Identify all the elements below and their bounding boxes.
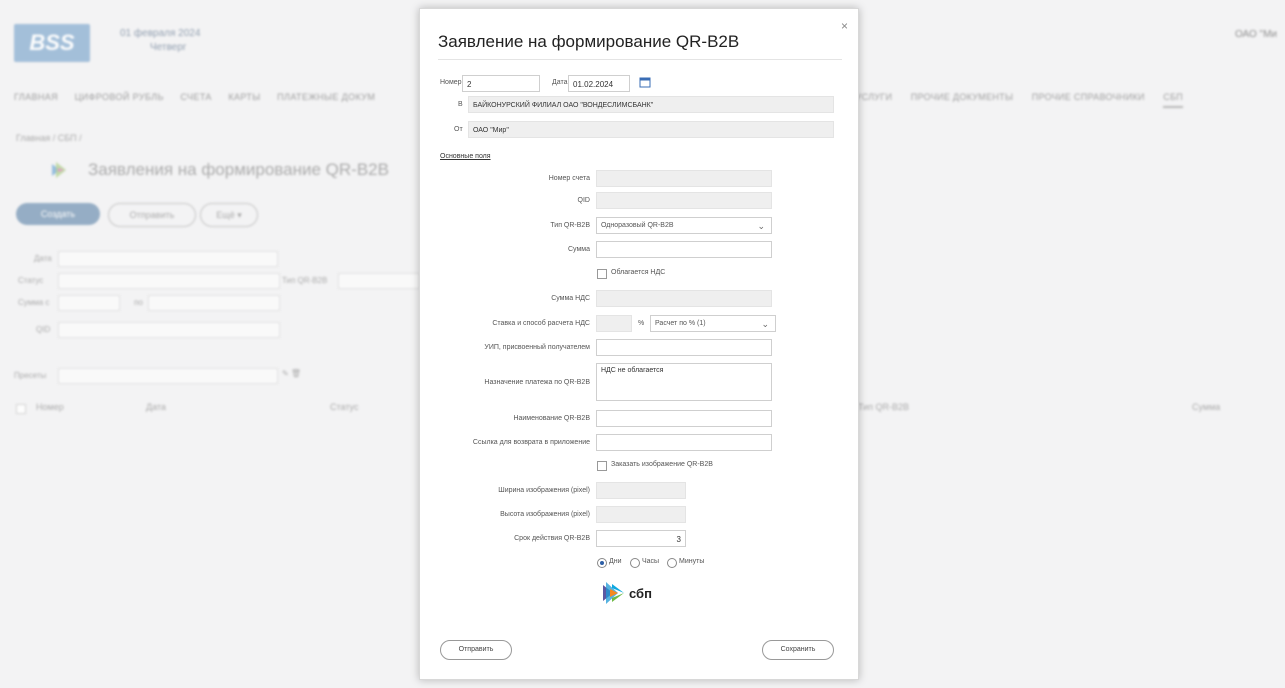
col-header[interactable]: Сумма xyxy=(1192,402,1220,412)
return-link-label: Ссылка для возврата в приложение xyxy=(472,439,590,446)
qr-type-label: Тип QR-B2B xyxy=(550,222,590,229)
return-link-field[interactable] xyxy=(596,434,772,451)
image-height-field xyxy=(596,506,686,523)
nav-item[interactable]: ПРОЧИЕ ДОКУМЕНТЫ xyxy=(911,92,1013,102)
qr-type-select[interactable]: Одноразовый QR-B2B ⌄ xyxy=(596,217,772,234)
order-image-label: Заказать изображение QR-B2B xyxy=(611,461,713,468)
dialog-title: Заявление на формирование QR-B2B xyxy=(438,32,740,51)
vat-pct-label: % xyxy=(638,320,645,327)
main-fields-link[interactable]: Основные поля xyxy=(440,153,491,160)
select-all-checkbox[interactable] xyxy=(16,404,26,414)
uin-label: УИП, присвоенный получателем xyxy=(484,344,590,351)
breadcrumb[interactable]: Главная / СБП / xyxy=(16,133,82,143)
main-nav-right: И УСЛУГИ ПРОЧИЕ ДОКУМЕНТЫ ПРОЧИЕ СПРАВОЧ… xyxy=(846,92,1199,108)
chevron-down-icon: ⌄ xyxy=(757,221,765,231)
close-icon[interactable]: × xyxy=(841,19,848,33)
purpose-label: Назначение платежа по QR-B2B xyxy=(484,379,590,386)
validity-label: Срок действия QR-B2B xyxy=(514,535,590,542)
qr-name-label: Наименование QR-B2B xyxy=(513,415,590,422)
sbp-logo-icon xyxy=(52,162,66,178)
send-button[interactable]: Отправить xyxy=(440,640,512,660)
vat-check-label: Облагается НДС xyxy=(611,269,666,276)
bank-field: БАЙКОНУРСКИЙ ФИЛИАЛ ОАО "ВОНДЕСЛИМСБАНК" xyxy=(468,96,834,113)
sbp-logo: сбп xyxy=(602,582,652,604)
bss-logo[interactable]: BSS xyxy=(14,24,90,62)
order-image-checkbox[interactable] xyxy=(597,461,607,471)
amount-field[interactable] xyxy=(596,241,772,258)
chevron-down-icon: ⌄ xyxy=(761,319,769,329)
col-header[interactable]: Тип QR-B2B xyxy=(858,402,909,412)
amount-label: Сумма xyxy=(568,246,590,253)
number-label: Номер xyxy=(440,79,462,86)
purpose-textarea[interactable]: НДС не облагается xyxy=(596,363,772,401)
main-nav-left: ГЛАВНАЯ ЦИФРОВОЙ РУБЛЬ СЧЕТА КАРТЫ ПЛАТЕ… xyxy=(14,92,389,102)
nav-item[interactable]: КАРТЫ xyxy=(228,92,260,102)
org-name[interactable]: ОАО "Ми xyxy=(1235,28,1277,42)
nav-item[interactable]: ПЛАТЕЖНЫЕ ДОКУМ xyxy=(277,92,375,102)
vat-checkbox[interactable] xyxy=(597,269,607,279)
nav-item[interactable]: СЧЕТА xyxy=(180,92,211,102)
col-header[interactable]: Дата xyxy=(146,402,166,412)
image-height-label: Высота изображения (pixel) xyxy=(500,511,590,518)
radio-minutes-label: Минуты xyxy=(679,558,705,565)
header-date: 01 февраля 2024 Четверг xyxy=(120,28,201,53)
qr-name-field[interactable] xyxy=(596,410,772,427)
save-button[interactable]: Сохранить xyxy=(762,640,834,660)
from-prefix: От xyxy=(454,126,463,133)
uin-field[interactable] xyxy=(596,339,772,356)
col-header[interactable]: Номер xyxy=(36,402,64,412)
radio-hours-label: Часы xyxy=(642,558,660,565)
col-header[interactable]: Статус xyxy=(330,402,358,412)
create-button-bg[interactable]: Создать xyxy=(16,203,100,225)
account-field xyxy=(596,170,772,187)
calendar-icon[interactable] xyxy=(639,76,651,88)
uid-label: QID xyxy=(577,197,590,204)
vat-amount-field xyxy=(596,290,772,307)
send-button-bg[interactable]: Отправить xyxy=(108,203,196,227)
more-button-bg[interactable]: Ещё ▾ xyxy=(200,203,258,227)
validity-field[interactable]: 3 xyxy=(596,530,686,547)
title-divider xyxy=(438,59,842,60)
radio-days-label: Дни xyxy=(609,558,622,565)
nav-item[interactable]: ЦИФРОВОЙ РУБЛЬ xyxy=(75,92,164,102)
account-label: Номер счета xyxy=(548,175,590,182)
page-title: Заявления на формирование QR-B2B xyxy=(50,160,389,180)
qr-b2b-request-dialog: × Заявление на формирование QR-B2B Номер… xyxy=(419,8,859,680)
image-width-label: Ширина изображения (pixel) xyxy=(498,487,590,494)
nav-item[interactable]: ГЛАВНАЯ xyxy=(14,92,58,102)
date-label: Дата xyxy=(552,79,568,86)
sbp-logo-icon xyxy=(603,582,624,604)
nav-item[interactable]: ПРОЧИЕ СПРАВОЧНИКИ xyxy=(1032,92,1145,102)
radio-hours[interactable] xyxy=(630,558,640,568)
vat-rate-field xyxy=(596,315,632,332)
nav-item-sbp[interactable]: СБП xyxy=(1163,92,1184,108)
vat-method-select[interactable]: Расчет по % (1) ⌄ xyxy=(650,315,776,332)
radio-minutes[interactable] xyxy=(667,558,677,568)
bank-prefix: В xyxy=(458,101,463,108)
from-field: ОАО "Мир" xyxy=(468,121,834,138)
date-field[interactable]: 01.02.2024 xyxy=(568,75,630,92)
uid-field xyxy=(596,192,772,209)
vat-amount-label: Сумма НДС xyxy=(551,295,590,302)
number-field[interactable]: 2 xyxy=(462,75,540,92)
image-width-field xyxy=(596,482,686,499)
radio-days[interactable] xyxy=(597,558,607,568)
vat-rate-label: Ставка и способ расчета НДС xyxy=(492,320,590,327)
